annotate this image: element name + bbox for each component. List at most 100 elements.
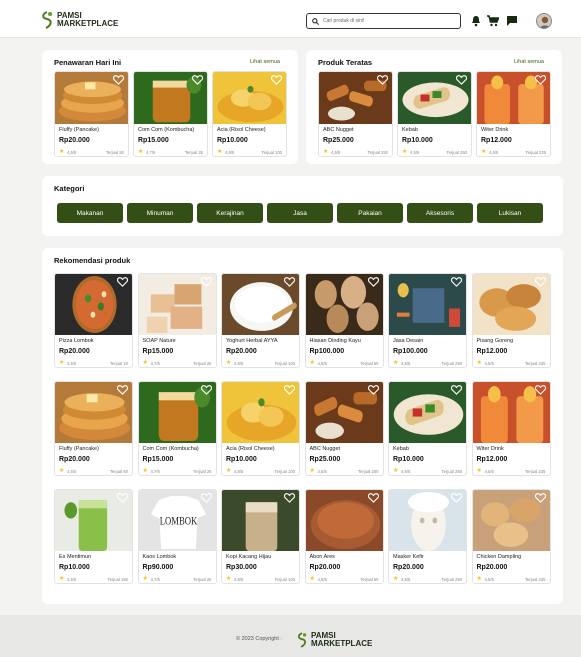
product-name[interactable]: SOAP Nature	[143, 338, 176, 344]
heart-icon[interactable]	[451, 277, 462, 287]
product-rating: 4,7/5	[146, 150, 156, 155]
category-button-jasa[interactable]: Jasa	[267, 203, 333, 223]
product-name[interactable]: Com Com (Kombucha)	[138, 127, 194, 133]
product-price: Rp90.000	[142, 564, 174, 571]
product-card-masker-kefir[interactable]: Masker Kefir Rp20.000 ★ 4,5/5 Terjual 25…	[388, 489, 467, 584]
product-card-witer-drink[interactable]: Witer Drink Rp12.000 ★ 4,5/5 Terjual 225	[476, 71, 551, 157]
product-card-com-com-kombucha[interactable]: Com Com (Kombucha) Rp15.000 ★ 4,7/5 Terj…	[133, 71, 208, 157]
category-button-pakaian[interactable]: Pakaian	[337, 203, 403, 223]
product-card-kaos-lombok[interactable]: LOMBOK Kaos Lombok Rp90.000 ★ 4,7/5 Terj…	[137, 489, 217, 584]
heart-icon[interactable]	[284, 385, 295, 395]
product-name[interactable]: Kebab	[402, 127, 418, 133]
product-name[interactable]: Masker Kefir	[393, 554, 424, 560]
product-name[interactable]: Pisang Goreng	[477, 338, 514, 344]
heart-icon[interactable]	[535, 75, 546, 85]
star-icon: ★	[481, 149, 487, 155]
product-name[interactable]: Abon Ares	[310, 554, 335, 560]
product-name[interactable]: ABC Nugget	[310, 446, 341, 452]
product-card-kebab[interactable]: Kebab Rp10.000 ★ 4,5/5 Terjual 250	[388, 381, 467, 476]
product-card-abon-ares[interactable]: Abon Ares Rp20.000 ★ 4,5/5 Terjual 50	[304, 489, 384, 584]
category-button-lukisan[interactable]: Lukisan	[477, 203, 543, 223]
product-name[interactable]: Kebab	[393, 446, 409, 452]
product-card-pisang-goreng[interactable]: Pisang Goreng Rp12.000 ★ 4,5/5 Terjual 2…	[471, 273, 551, 368]
heart-icon[interactable]	[534, 385, 546, 395]
product-name[interactable]: Hiasan Dinding Kayu	[310, 338, 361, 344]
search-input[interactable]: Cari produk di sini!	[306, 13, 461, 29]
chat-icon[interactable]	[506, 15, 518, 27]
heart-icon[interactable]	[456, 75, 467, 85]
product-price: Rp100.000	[393, 348, 428, 355]
product-name[interactable]: Kaos Lombok	[143, 554, 177, 560]
product-card-chicken-dampling[interactable]: Chicken Dampling Rp20.000 ★ 4,5/5 Terjua…	[471, 489, 551, 584]
product-name[interactable]: Com Com (Kombucha)	[143, 446, 199, 452]
product-card-witer-drink[interactable]: Witer Drink Rp12.000 ★ 4,5/5 Terjual 225	[471, 381, 551, 476]
product-card-fluffy-pancake[interactable]: Fluffy (Pancake) Rp20.000 ★ 4,5/5 Terjua…	[54, 381, 133, 476]
product-price: Rp20.000	[59, 137, 90, 144]
product-card-com-com-kombucha[interactable]: Com Com (Kombucha) Rp15.000 ★ 4,7/5 Terj…	[137, 381, 217, 476]
product-name[interactable]: Kopi Kacang Hijau	[226, 554, 271, 560]
product-card-soap-nature[interactable]: SOAP Nature Rp15.000 ★ 4,7/5 Terjual 25	[137, 273, 217, 368]
product-card-acia-risol-cheese[interactable]: Acia (Risol Cheese) Rp10.000 ★ 4,8/5 Ter…	[221, 381, 300, 476]
product-card-kebab[interactable]: Kebab Rp10.000 ★ 4,5/5 Terjual 250	[397, 71, 472, 157]
product-card-fluffy-pancake[interactable]: Fluffy (Pancake) Rp20.000 ★ 4,5/5 Terjua…	[54, 71, 129, 157]
product-card-hiasan-dinding-kayu[interactable]: Hiasan Dinding Kayu Rp100.000 ★ 4,5/5 Te…	[304, 273, 384, 368]
product-card-acia-risol-cheese[interactable]: Acia (Risol Cheese) Rp10.000 ★ 4,8/5 Ter…	[212, 71, 287, 157]
product-name[interactable]: ABC Nugget	[323, 127, 354, 133]
top-products-title: Produk Teratas	[318, 58, 373, 67]
heart-icon[interactable]	[271, 75, 282, 85]
product-rating: 4,5/5	[317, 361, 327, 366]
heart-icon[interactable]	[117, 277, 128, 287]
product-card-pizza-lombok[interactable]: Pizza Lombok Rp20.000 ★ 4,5/5 Terjual 10	[54, 273, 133, 368]
category-button-aksesoris[interactable]: Aksesoris	[407, 203, 473, 223]
today-see-all-link[interactable]: Lihat semua	[250, 59, 280, 65]
heart-icon[interactable]	[200, 385, 212, 395]
product-sold-count: Terjual 225	[525, 150, 547, 155]
product-name[interactable]: Pizza Lombok	[59, 338, 94, 344]
star-icon: ★	[476, 360, 482, 366]
heart-icon[interactable]	[113, 75, 124, 85]
product-card-yoghurt-herbal-ayya[interactable]: Yoghurt Herbal AYYA Rp20.000 ★ 4,8/5 Ter…	[221, 273, 300, 368]
product-name[interactable]: Fluffy (Pancake)	[59, 127, 99, 133]
heart-icon[interactable]	[117, 385, 128, 395]
star-icon: ★	[59, 149, 65, 155]
product-card-abc-nugget[interactable]: ABC Nugget Rp25.000 ★ 4,5/5 Terjual 250	[304, 381, 384, 476]
product-card-jasa-desain[interactable]: Jasa Desain Rp100.000 ★ 4,5/5 Terjual 25…	[388, 273, 467, 368]
top-see-all-link[interactable]: Lihat semua	[514, 59, 544, 65]
avatar[interactable]	[536, 13, 552, 29]
product-name[interactable]: Chicken Dampling	[477, 554, 522, 560]
footer-logo[interactable]: PAMSI MARKETPLACE	[296, 632, 372, 648]
heart-icon[interactable]	[367, 277, 379, 287]
product-name[interactable]: Witer Drink	[481, 127, 508, 133]
product-card-es-mentimun[interactable]: Es Mentimun Rp10.000 ★ 4,5/5 Terjual 150	[54, 489, 133, 584]
heart-icon[interactable]	[117, 493, 128, 503]
cart-icon[interactable]	[487, 15, 499, 27]
product-price: Rp20.000	[393, 564, 424, 571]
heart-icon[interactable]	[367, 385, 379, 395]
heart-icon[interactable]	[284, 277, 295, 287]
product-name[interactable]: Acia (Risol Cheese)	[217, 127, 266, 133]
heart-icon[interactable]	[451, 385, 462, 395]
heart-icon[interactable]	[200, 277, 212, 287]
heart-icon[interactable]	[534, 493, 546, 503]
category-button-kerajinan[interactable]: Kerajinan	[197, 203, 263, 223]
product-name[interactable]: Yoghurt Herbal AYYA	[226, 338, 278, 344]
product-name[interactable]: Witer Drink	[477, 446, 504, 452]
category-button-makanan[interactable]: Makanan	[57, 203, 123, 223]
heart-icon[interactable]	[192, 75, 203, 85]
heart-icon[interactable]	[451, 493, 462, 503]
product-name[interactable]: Jasa Desain	[393, 338, 423, 344]
bell-icon[interactable]	[470, 15, 482, 27]
brand-logo[interactable]: PAMSI MARKETPLACE	[40, 11, 118, 29]
product-name[interactable]: Fluffy (Pancake)	[59, 446, 99, 452]
product-name[interactable]: Es Mentimun	[59, 554, 91, 560]
product-price: Rp10.000	[59, 564, 90, 571]
heart-icon[interactable]	[367, 493, 379, 503]
heart-icon[interactable]	[200, 493, 212, 503]
heart-icon[interactable]	[284, 493, 295, 503]
category-button-minuman[interactable]: Minuman	[127, 203, 193, 223]
heart-icon[interactable]	[534, 277, 546, 287]
product-name[interactable]: Acia (Risol Cheese)	[226, 446, 275, 452]
heart-icon[interactable]	[377, 75, 388, 85]
product-card-kopi-kacang-hijau[interactable]: Kopi Kacang Hijau Rp30.000 ★ 4,8/5 Terju…	[221, 489, 300, 584]
product-card-abc-nugget[interactable]: ABC Nugget Rp25.000 ★ 4,5/5 Terjual 250	[318, 71, 393, 157]
